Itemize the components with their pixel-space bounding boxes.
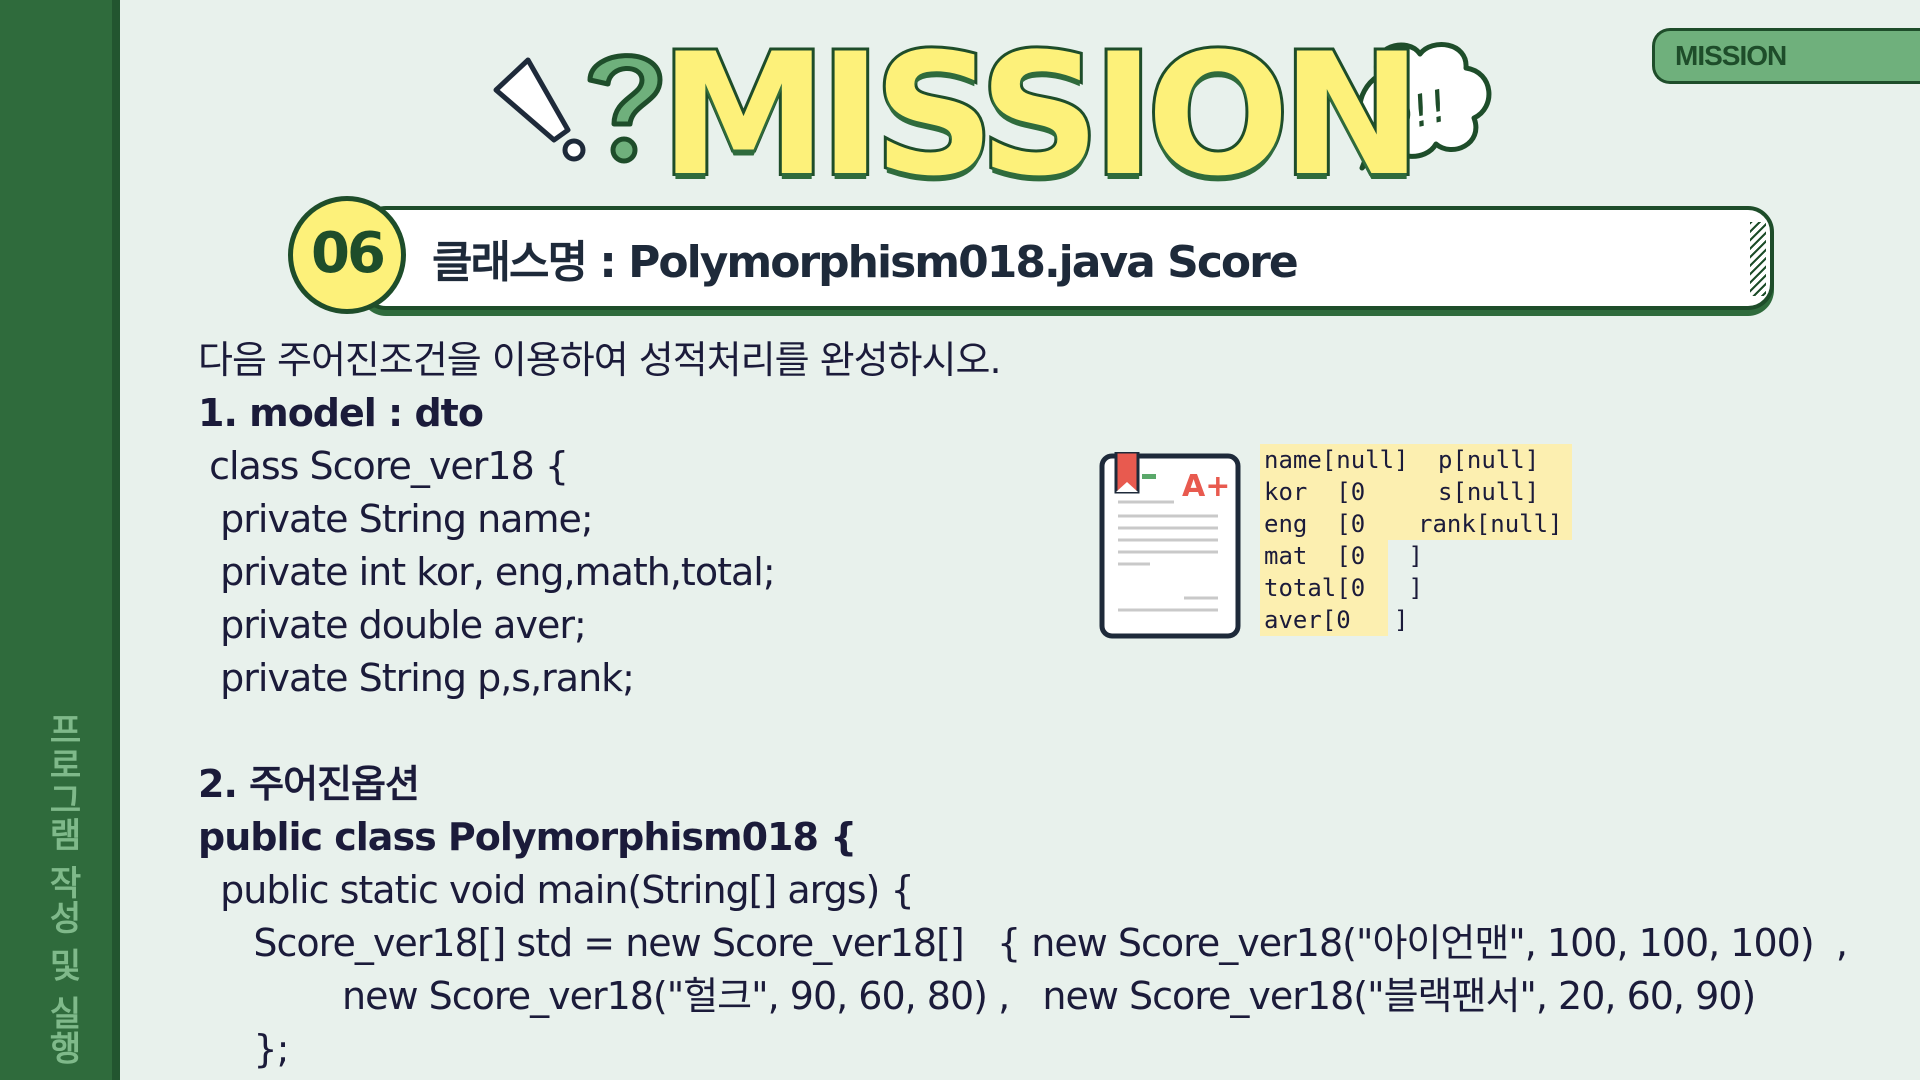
field-cell: mat [0 ]: [1260, 540, 1423, 572]
question-mark-icon: [587, 53, 663, 164]
field-cell: rank[null]: [1410, 508, 1572, 540]
grade-text: A+: [1182, 469, 1230, 504]
sidebar-vertical-title: 프로그램 작성 및 실행: [42, 712, 82, 1066]
content-line: private String p,s,rank;: [198, 656, 635, 700]
sidebar: 프로그램 작성 및 실행: [0, 0, 120, 1080]
mission-number-badge: 06: [288, 196, 406, 314]
content-line: 1. model : dto: [198, 391, 484, 435]
report-card-icon: A+: [1099, 452, 1241, 639]
field-row: name[null] p[null]: [1260, 444, 1572, 476]
class-name-label: 클래스명 : Polymorphism018.java Score: [432, 237, 1299, 288]
field-cell: total[0 ]: [1260, 572, 1423, 604]
field-cell: p[null]: [1410, 444, 1572, 476]
field-cell: s[null]: [1410, 476, 1572, 508]
content-line: new Score_ver18("헐크", 90, 60, 80) , new …: [198, 974, 1756, 1018]
field-row: aver[0 ]: [1260, 604, 1572, 636]
field-cell: aver[0 ]: [1260, 604, 1409, 636]
content-line: 2. 주어진옵션: [198, 762, 420, 806]
field-row: total[0 ]: [1260, 572, 1572, 604]
content-line: public class Polymorphism018 {: [198, 815, 857, 859]
mission-tag: MISSION: [1652, 28, 1920, 84]
field-cell: name[null]: [1260, 444, 1410, 476]
field-row: eng [0 ]rank[null]: [1260, 508, 1572, 540]
content-line: public static void main(String[] args) {: [198, 868, 914, 912]
class-bar-hatch: [1750, 222, 1766, 296]
content-line: Score_ver18[] std = new Score_ver18[] { …: [198, 921, 1848, 965]
field-row: mat [0 ]: [1260, 540, 1572, 572]
mission-title: MISSION: [657, 17, 1425, 213]
content-line: };: [198, 1027, 289, 1071]
field-row: kor [0 ] s[null]: [1260, 476, 1572, 508]
content-line: 다음 주어진조건을 이용하여 성적처리를 완성하시오.: [198, 338, 1002, 382]
field-cell: kor [0 ]: [1260, 476, 1423, 508]
field-cell: eng [0 ]: [1260, 508, 1423, 540]
field-table: name[null] p[null] kor [0 ] s[null] eng [0…: [1260, 444, 1572, 636]
sidebar-stripe: [112, 0, 120, 1080]
content-line: [198, 705, 1798, 758]
